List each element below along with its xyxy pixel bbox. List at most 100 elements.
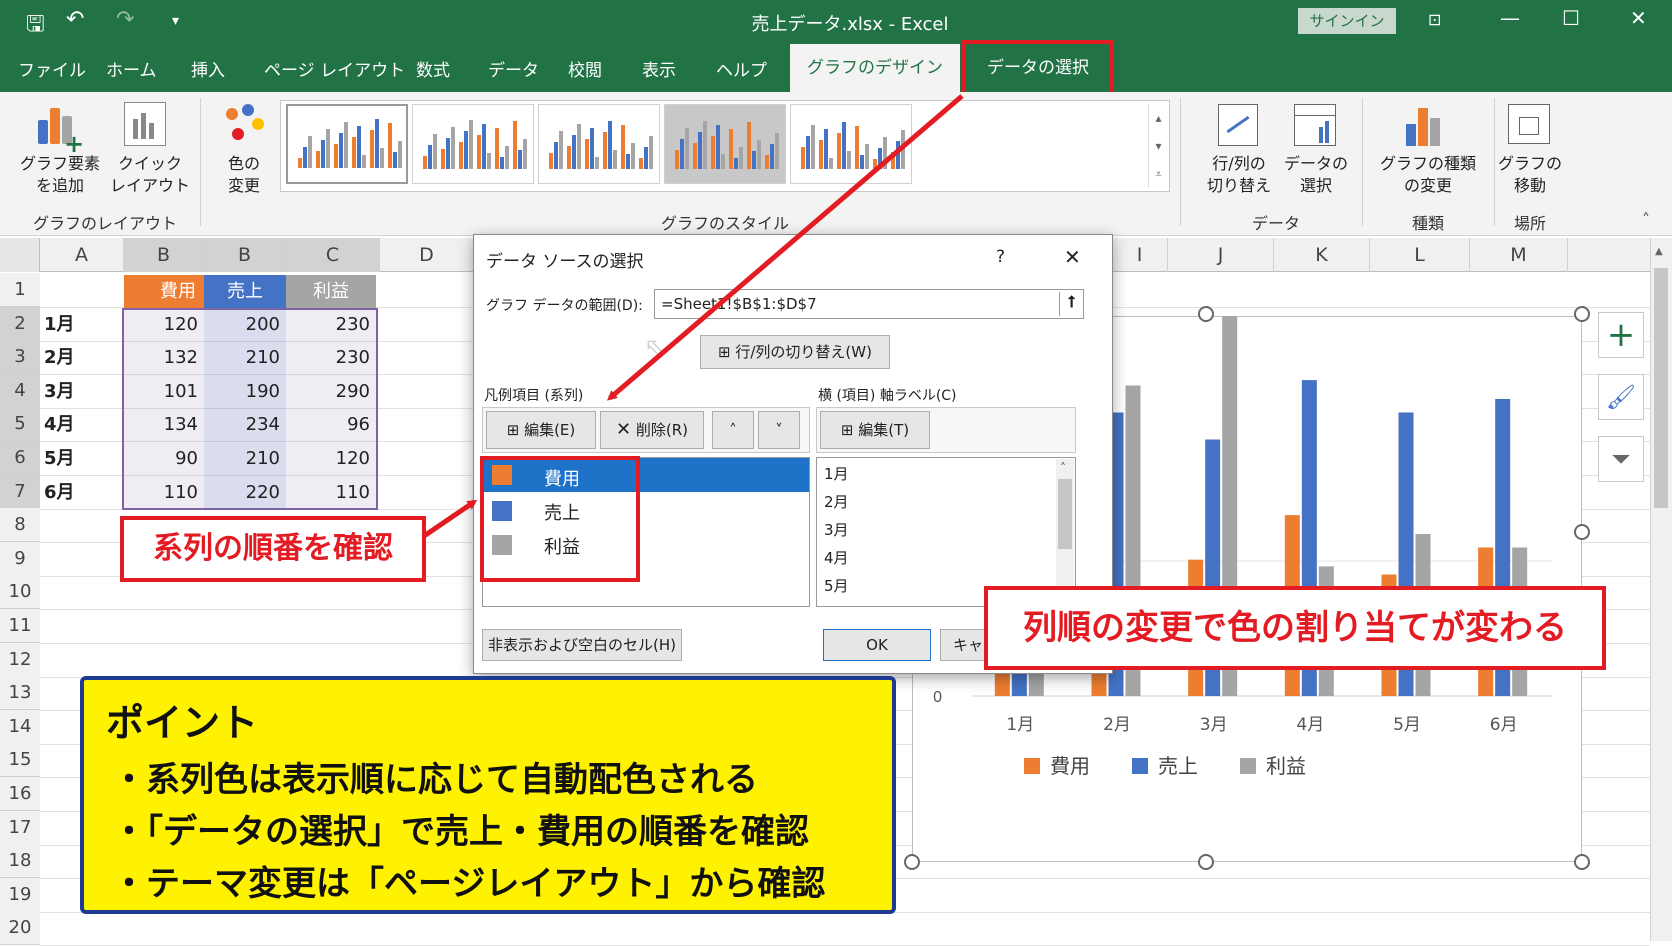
tab-view[interactable]: 表示 [642, 56, 676, 81]
column-header-a[interactable]: A [40, 238, 124, 272]
switch-row-column-dialog-button[interactable]: ⊞ 行/列の切り替え(W) [700, 335, 890, 369]
save-icon[interactable]: 🖫 [26, 7, 45, 45]
row-header[interactable]: 15 [0, 743, 40, 777]
column-header-b2[interactable]: B [204, 238, 286, 272]
redo-icon[interactable]: ↷ [116, 7, 134, 32]
sales-cell[interactable]: 220 [204, 476, 286, 509]
chart-styles-brush-icon[interactable]: 🖌 [1598, 374, 1644, 420]
row-header[interactable]: 4 [0, 374, 40, 408]
ribbon-display-icon[interactable]: ⊡ [1428, 10, 1441, 29]
column-header-k[interactable]: K [1274, 238, 1370, 272]
cost-cell[interactable]: 90 [124, 442, 204, 475]
tab-data[interactable]: データ [488, 56, 539, 81]
sales-cell[interactable]: 234 [204, 408, 286, 441]
row-header[interactable]: 18 [0, 844, 40, 878]
maximize-icon[interactable]: ☐ [1562, 6, 1580, 30]
sales-cell[interactable]: 190 [204, 375, 286, 408]
row-header[interactable]: 9 [0, 542, 40, 576]
minimize-icon[interactable]: — [1500, 6, 1520, 30]
collapse-dialog-icon[interactable]: ⭡ [1059, 292, 1083, 316]
row-header[interactable]: 10 [0, 575, 40, 609]
edit-series-button[interactable]: ⊞ 編集(E) [486, 411, 596, 449]
row-header[interactable]: 3 [0, 340, 40, 374]
scroll-up-icon[interactable]: ˄ [1060, 461, 1066, 475]
cost-cell[interactable]: 134 [124, 408, 204, 441]
collapse-ribbon-icon[interactable]: ˄ [1642, 210, 1650, 229]
axis-item[interactable]: 1月 [824, 463, 849, 484]
header-profit[interactable]: 利益 [286, 275, 376, 308]
column-header-i[interactable]: I [1112, 238, 1168, 272]
close-icon[interactable]: ✕ [1630, 6, 1647, 30]
gallery-scroll[interactable]: ▴ ▾ ⩡ [1148, 104, 1168, 188]
hidden-empty-cells-button[interactable]: 非表示および空白のセル(H) [482, 629, 682, 661]
dialog-close-icon[interactable]: ✕ [1064, 245, 1081, 269]
row-header[interactable]: 5 [0, 407, 40, 441]
month-cell[interactable]: 4月 [44, 408, 120, 441]
switch-row-column-button[interactable]: 行/列の 切り替え [1196, 153, 1282, 197]
axis-list-scrollbar[interactable]: ˄ [1056, 459, 1074, 605]
move-up-button[interactable]: ˄ [712, 411, 754, 449]
select-all-corner[interactable] [0, 238, 40, 272]
help-icon[interactable]: ? [996, 247, 1005, 267]
header-sales[interactable]: 売上 [204, 275, 286, 308]
ok-button[interactable]: OK [823, 629, 931, 661]
chart-style-2[interactable] [412, 104, 534, 184]
cost-cell[interactable]: 110 [124, 476, 204, 509]
tab-chart-design[interactable]: グラフのデザイン [790, 44, 960, 92]
sales-cell[interactable]: 200 [204, 308, 286, 341]
month-cell[interactable]: 3月 [44, 375, 120, 408]
month-cell[interactable]: 1月 [44, 308, 120, 341]
axis-item[interactable]: 3月 [824, 519, 849, 540]
row-header[interactable]: 16 [0, 777, 40, 811]
row-header[interactable]: 1 [0, 273, 40, 307]
cost-cell[interactable]: 101 [124, 375, 204, 408]
range-input[interactable]: =Sheet1!$B$1:$D$7 ⭡ [654, 289, 1084, 319]
undo-icon[interactable]: ↶ [66, 7, 84, 32]
customize-quick-access-icon[interactable]: ▾ [172, 13, 179, 29]
scroll-thumb[interactable] [1654, 268, 1668, 508]
tab-file[interactable]: ファイル [18, 56, 86, 81]
signin-button[interactable]: サインイン [1298, 8, 1396, 34]
delete-series-button[interactable]: ✕ 削除(R) [600, 411, 704, 449]
chart-style-5[interactable] [790, 104, 912, 184]
select-data-button[interactable]: データの 選択 [1276, 153, 1356, 197]
move-down-button[interactable]: ˅ [758, 411, 800, 449]
change-colors-button[interactable]: 色の 変更 [206, 153, 282, 197]
row-header[interactable]: 14 [0, 710, 40, 744]
tab-help[interactable]: ヘルプ [716, 56, 767, 81]
chart-style-1[interactable] [286, 104, 408, 184]
axis-labels-list[interactable] [816, 457, 1076, 607]
profit-cell[interactable]: 230 [286, 341, 376, 374]
tab-review[interactable]: 校閲 [568, 56, 602, 81]
chart-elements-button[interactable]: + [1598, 312, 1644, 358]
axis-item[interactable]: 2月 [824, 491, 849, 512]
row-header[interactable]: 12 [0, 643, 40, 677]
profit-cell[interactable]: 96 [286, 408, 376, 441]
row-header[interactable]: 11 [0, 609, 40, 643]
row-header[interactable]: 19 [0, 878, 40, 912]
sales-cell[interactable]: 210 [204, 442, 286, 475]
profit-cell[interactable]: 230 [286, 308, 376, 341]
column-header-d[interactable]: D [380, 238, 474, 272]
column-header-c[interactable]: C [286, 238, 380, 272]
tab-insert[interactable]: 挿入 [191, 56, 225, 81]
cost-cell[interactable]: 120 [124, 308, 204, 341]
month-cell[interactable]: 5月 [44, 442, 120, 475]
row-header[interactable]: 2 [0, 307, 40, 341]
chart-filters-icon[interactable]: ⏷ [1598, 436, 1644, 482]
axis-item[interactable]: 4月 [824, 547, 849, 568]
row-header[interactable]: 13 [0, 676, 40, 710]
tab-page-layout[interactable]: ページ レイアウト [264, 56, 405, 81]
row-header[interactable]: 8 [0, 508, 40, 542]
scroll-up-icon[interactable]: ▲ [1655, 246, 1663, 257]
chart-style-3[interactable] [538, 104, 660, 184]
header-cost[interactable]: 費用 [124, 275, 204, 308]
edit-axis-button[interactable]: ⊞ 編集(T) [820, 411, 930, 449]
column-header-m[interactable]: M [1470, 238, 1568, 272]
chart-style-4[interactable] [664, 104, 786, 184]
row-header[interactable]: 7 [0, 475, 40, 509]
month-cell[interactable]: 2月 [44, 341, 120, 374]
column-header-j[interactable]: J [1168, 238, 1274, 272]
column-header-l[interactable]: L [1370, 238, 1470, 272]
row-header[interactable]: 20 [0, 911, 40, 945]
